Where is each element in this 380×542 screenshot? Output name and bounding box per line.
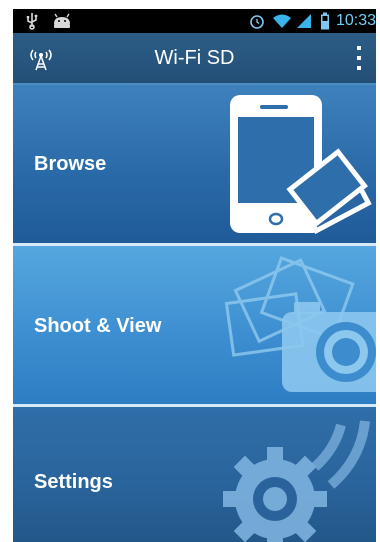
alarm-clock-icon: [248, 12, 266, 30]
android-debug-icon: [51, 12, 70, 30]
usb-icon: [23, 12, 41, 30]
app-screen: 10:33 Wi-Fi SD Browse Shoot & View Setti…: [13, 9, 376, 542]
status-time: 10:33: [335, 12, 376, 29]
action-bar: Wi-Fi SD: [13, 33, 376, 85]
shoot-view-label: Shoot & View: [34, 315, 162, 337]
shoot-view-tile[interactable]: Shoot & View: [13, 246, 376, 407]
signal-icon: [296, 12, 314, 30]
browse-tile[interactable]: Browse: [13, 85, 376, 246]
camera-photos-icon: [224, 256, 376, 392]
wifi-icon: [272, 12, 291, 30]
settings-tile[interactable]: Settings: [13, 407, 376, 542]
browse-label: Browse: [34, 153, 107, 175]
settings-label: Settings: [34, 471, 113, 493]
status-bar: 10:33: [13, 9, 376, 33]
wireless-tower-icon[interactable]: [27, 47, 55, 71]
gear-wireless-icon: [223, 420, 370, 542]
battery-icon: [320, 12, 330, 30]
overflow-menu-icon[interactable]: [350, 43, 368, 73]
phone-photos-icon: [230, 95, 372, 235]
app-title: Wi-Fi SD: [154, 47, 235, 69]
